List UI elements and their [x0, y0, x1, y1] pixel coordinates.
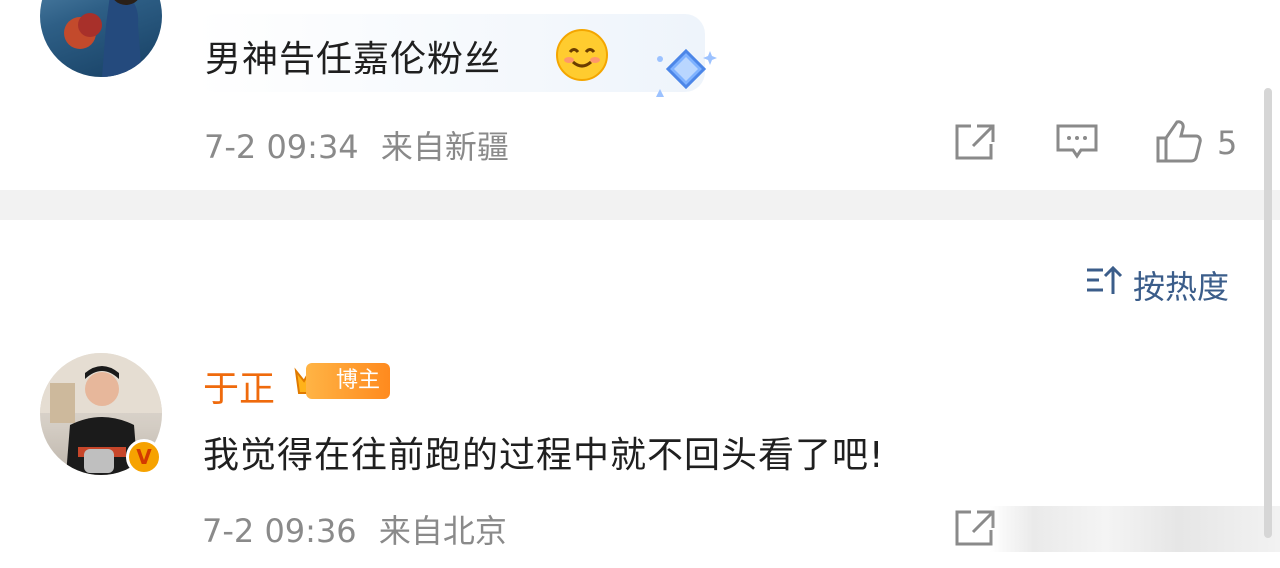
sort-toggle[interactable]: 按热度 — [1085, 262, 1229, 308]
blogger-badge: 博主 — [292, 362, 391, 400]
comment-time: 7-2 09:34 — [204, 128, 359, 166]
diamond-sticker-icon — [650, 45, 724, 109]
like-count: 5 — [1217, 124, 1238, 162]
share-icon[interactable] — [953, 122, 997, 166]
like-icon[interactable] — [1155, 118, 1203, 168]
comment-icon[interactable] — [1055, 122, 1099, 166]
comment-content: 我觉得在往前跑的过程中就不回头看了吧! — [203, 435, 885, 476]
sort-icon — [1085, 264, 1123, 306]
comment-username[interactable]: 于正 — [203, 360, 275, 412]
sort-label: 按热度 — [1133, 268, 1230, 306]
comment-username[interactable]: — — [203, 0, 233, 13]
avatar[interactable] — [40, 0, 162, 77]
comment-location: 来自北京 — [378, 512, 507, 550]
blurred-overlay — [990, 506, 1280, 552]
comment-location: 来自新疆 — [380, 128, 509, 166]
scrollbar[interactable] — [1264, 88, 1272, 538]
emoji-smile-icon — [555, 28, 609, 86]
comment-time: 7-2 09:36 — [202, 512, 357, 550]
blogger-badge-label: 博主 — [306, 363, 391, 399]
verified-v-icon: V — [126, 439, 162, 475]
comment-content: 男神告任嘉伦粉丝 — [205, 39, 502, 80]
section-divider — [0, 190, 1280, 220]
